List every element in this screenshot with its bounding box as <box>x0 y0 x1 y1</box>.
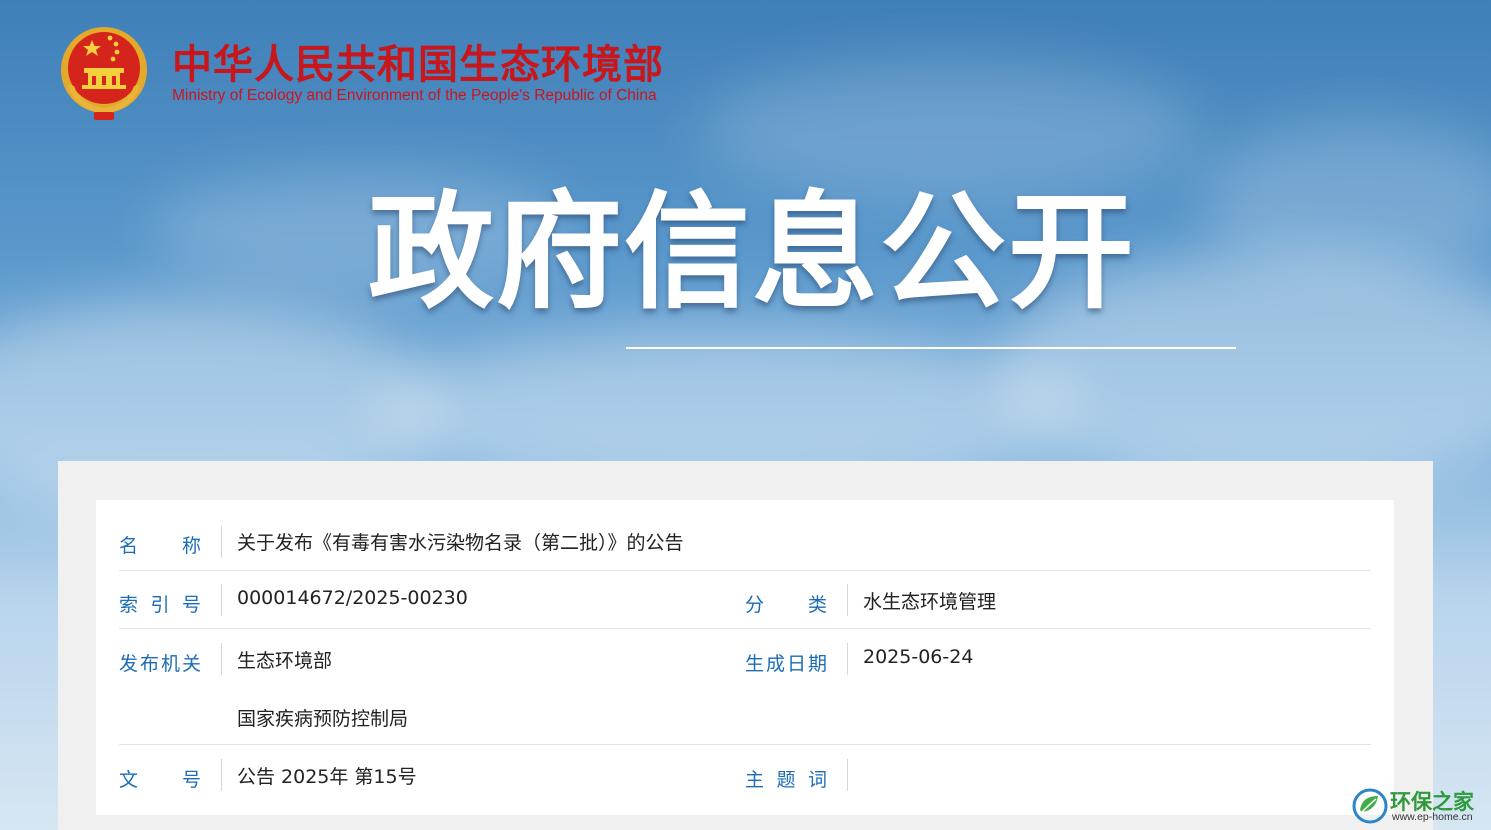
doc-no-label: 文号 <box>119 769 201 791</box>
category-value: 水生态环境管理 <box>863 591 997 613</box>
ministry-name-en[interactable]: Ministry of Ecology and Environment of t… <box>172 87 657 105</box>
hero-divider <box>626 347 1236 349</box>
info-row-doc-no: 文号 公告 2025年 第15号 主题词 <box>119 745 1371 805</box>
national-emblem-icon[interactable] <box>58 24 150 122</box>
doc-no-value: 公告 2025年 第15号 <box>237 766 417 788</box>
info-row-index: 索引号 000014672/2025-00230 分类 水生态环境管理 <box>119 571 1371 629</box>
info-row-issuer: 发布机关 生态环境部 国家疾病预防控制局 生成日期 2025-06-24 <box>119 629 1371 745</box>
issuer-label: 发布机关 <box>119 653 201 675</box>
name-value: 关于发布《有毒有害水污染物名录（第二批）》的公告 <box>237 532 684 554</box>
divider <box>847 643 848 675</box>
issuer-value-2: 国家疾病预防控制局 <box>237 708 409 730</box>
category-label: 分类 <box>745 594 827 616</box>
keywords-label: 主题词 <box>745 769 827 791</box>
issuer-value-1: 生态环境部 <box>237 650 333 672</box>
divider <box>221 643 222 675</box>
info-row-name: 名称 关于发布《有毒有害水污染物名录（第二批）》的公告 <box>119 513 1371 571</box>
leaf-logo-icon <box>1352 788 1388 824</box>
index-value: 000014672/2025-00230 <box>237 587 468 609</box>
divider <box>847 584 848 616</box>
divider <box>221 759 222 791</box>
hero-title: 政府信息公开 <box>368 179 1136 326</box>
divider <box>221 526 222 558</box>
watermark-url: www.ep-home.cn <box>1392 811 1473 823</box>
divider <box>221 584 222 616</box>
ministry-name-cn[interactable]: 中华人民共和国生态环境部 <box>172 32 664 90</box>
date-value: 2025-06-24 <box>863 646 974 668</box>
date-label: 生成日期 <box>745 653 827 675</box>
index-label: 索引号 <box>119 594 201 616</box>
divider <box>847 759 848 791</box>
name-label: 名称 <box>119 535 201 557</box>
watermark: 环保之家 www.ep-home.cn <box>1352 786 1487 826</box>
